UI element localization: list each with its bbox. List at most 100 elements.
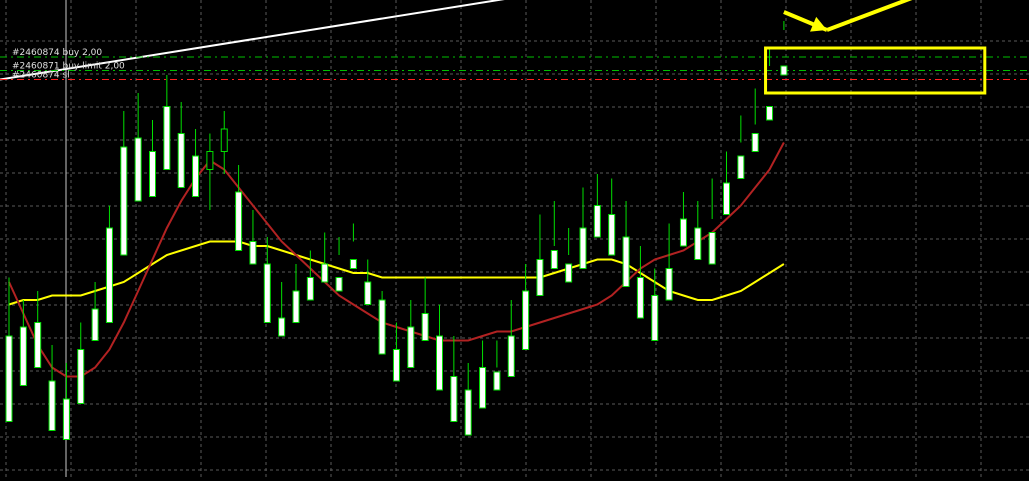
candle (34, 291, 42, 368)
candle (48, 345, 56, 431)
candle (149, 120, 156, 197)
candle (751, 88, 759, 152)
candle (421, 277, 429, 341)
candle (292, 264, 300, 323)
highlight-box (764, 46, 987, 95)
candle-body (550, 250, 558, 269)
candle (120, 111, 128, 256)
candle (737, 115, 745, 179)
candle-body (206, 151, 214, 170)
candle-body (522, 290, 530, 350)
candle-body (134, 137, 142, 202)
candle (464, 363, 472, 436)
candle-body (48, 380, 56, 431)
candle-body (335, 277, 343, 292)
candle (235, 165, 243, 251)
candle (436, 304, 443, 391)
order-lines-layer: #2460874 buy 2,00#2460871 buy limit 2,00… (0, 48, 1029, 81)
candle (392, 322, 400, 382)
candle-body (278, 317, 286, 337)
order-label: #2460874 sl (12, 71, 70, 81)
candle-body (450, 376, 458, 422)
candle (378, 291, 386, 355)
candle-body (436, 335, 443, 391)
candle-body (507, 335, 515, 377)
candle-body (177, 133, 185, 188)
candle-body (163, 106, 171, 170)
candle (163, 75, 171, 170)
candlestick-chart: #2460874 buy 2,00 #2460871 buy limit 2,00… (0, 0, 1029, 477)
candle-body (249, 241, 257, 265)
candle-body (622, 236, 630, 287)
candle-body (694, 227, 702, 260)
candle (19, 300, 27, 386)
candle-body (766, 106, 774, 121)
candle (694, 201, 702, 260)
candle (679, 192, 687, 247)
candle-body (378, 299, 386, 355)
candle (493, 340, 501, 391)
candle-body (479, 367, 487, 409)
chart-canvas: #2460874 buy 2,00#2460871 buy limit 2,00… (0, 0, 1029, 477)
candle-body (636, 277, 644, 319)
candle-body (263, 263, 271, 323)
candle (177, 102, 185, 188)
candle (77, 322, 85, 404)
candle-body (464, 389, 472, 436)
candle (220, 111, 228, 174)
annotations-layer (764, 0, 987, 95)
candle (263, 237, 271, 323)
candle-body (593, 205, 601, 238)
candle (550, 201, 558, 269)
candle-body (651, 295, 659, 341)
candle-body (5, 335, 13, 422)
candle (407, 300, 415, 368)
candle-body (19, 326, 27, 386)
candle-body (349, 259, 357, 269)
candle (708, 178, 716, 265)
candle (766, 48, 774, 121)
candle-body (235, 191, 243, 251)
candle (622, 201, 630, 287)
candle-body (91, 308, 99, 341)
candle (105, 205, 113, 323)
candle (565, 228, 573, 283)
candle-body (192, 155, 200, 197)
candle (608, 178, 616, 256)
candle-body (723, 182, 730, 215)
candle-body (392, 349, 400, 382)
candle (364, 259, 372, 305)
candle-body (34, 322, 42, 368)
candle (536, 214, 544, 296)
candle (278, 282, 286, 337)
candle-body (751, 133, 759, 152)
candle (450, 336, 458, 422)
candle (636, 246, 644, 319)
candle-body (407, 326, 415, 368)
candle-body (679, 218, 687, 247)
candle (192, 129, 200, 197)
candle (479, 340, 487, 409)
annotation-arrow-shaft (826, 0, 913, 32)
candle-body (306, 277, 314, 301)
candle (206, 133, 214, 210)
candle-body (708, 232, 716, 265)
candle (579, 187, 587, 269)
candle-body (105, 227, 113, 323)
candle (349, 223, 357, 269)
candle-body (780, 65, 788, 76)
candle (321, 232, 329, 283)
order-label: #2460874 buy 2,00 (12, 48, 102, 58)
candle (651, 268, 659, 341)
candle-body (77, 349, 85, 404)
candle (507, 300, 515, 377)
candle-body (292, 290, 300, 323)
candle-body (321, 263, 329, 283)
candle (665, 223, 673, 301)
candle-body (565, 263, 573, 283)
candle (335, 237, 343, 292)
candle-body (149, 151, 156, 197)
candle (5, 277, 13, 422)
candle (249, 210, 257, 265)
grid (0, 0, 1029, 477)
